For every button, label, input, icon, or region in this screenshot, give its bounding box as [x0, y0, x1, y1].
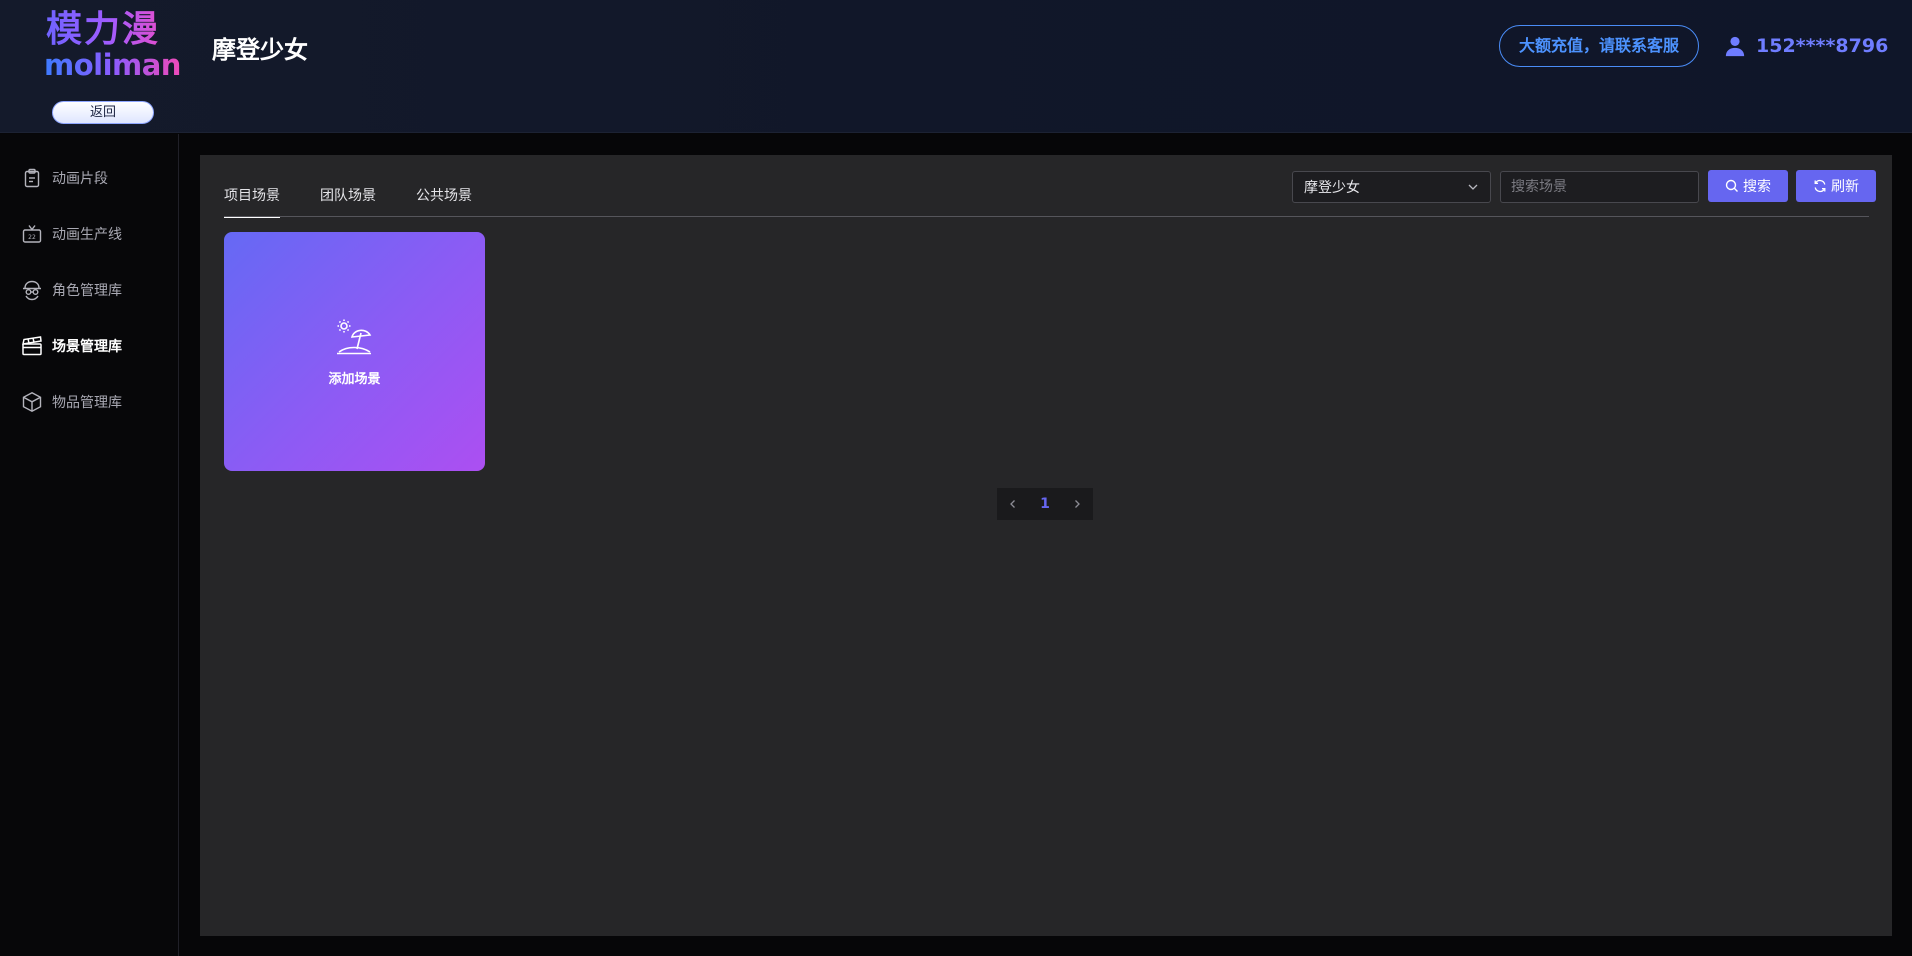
- character-icon: [21, 279, 43, 301]
- add-scene-card[interactable]: 添加场景: [224, 232, 485, 471]
- svg-text:22: 22: [28, 234, 36, 241]
- project-title: 摩登少女: [212, 36, 308, 64]
- tabs-divider: [224, 216, 1869, 217]
- refresh-icon: [1814, 179, 1826, 193]
- sidebar-item-label: 动画片段: [52, 171, 108, 187]
- sidebar-item-scene-library[interactable]: 场景管理库: [0, 326, 179, 366]
- clipboard-icon: [21, 167, 43, 189]
- sidebar-item-item-library[interactable]: 物品管理库: [0, 382, 179, 422]
- user-account[interactable]: 152****8796: [1724, 32, 1888, 60]
- project-select[interactable]: 摩登少女: [1292, 171, 1491, 203]
- scene-tabs: 项目场景 团队场景 公共场景: [224, 185, 512, 218]
- clapperboard-icon: [21, 335, 43, 357]
- top-header: 模力漫 moliman 返回 摩登少女 大额充值，请联系客服 152****87…: [0, 0, 1912, 133]
- chevron-down-icon: [1468, 184, 1478, 190]
- search-button-label: 搜索: [1743, 179, 1771, 195]
- refresh-button-label: 刷新: [1831, 179, 1859, 195]
- refresh-button[interactable]: 刷新: [1796, 170, 1876, 202]
- sidebar-item-animation-clips[interactable]: 动画片段: [0, 158, 179, 198]
- scene-search-input[interactable]: [1500, 171, 1699, 203]
- back-button[interactable]: 返回: [52, 101, 154, 124]
- logo-english-text: moliman: [44, 48, 181, 82]
- sidebar-item-label: 角色管理库: [52, 283, 122, 299]
- sidebar-item-character-library[interactable]: 角色管理库: [0, 270, 179, 310]
- tv-icon: 22: [21, 223, 43, 245]
- pagination: 1: [997, 488, 1093, 520]
- user-icon: [1725, 36, 1745, 57]
- search-icon: [1725, 179, 1738, 192]
- sidebar: 动画片段 22 动画生产线 角色管理库 场景管理库 物品管理库: [0, 134, 179, 956]
- next-page-button[interactable]: [1061, 488, 1093, 520]
- box-icon: [21, 391, 43, 413]
- sidebar-item-label: 物品管理库: [52, 395, 122, 411]
- user-phone: 152****8796: [1756, 35, 1889, 57]
- search-button[interactable]: 搜索: [1708, 170, 1788, 202]
- prev-page-button[interactable]: [997, 488, 1029, 520]
- tab-team-scenes[interactable]: 团队场景: [320, 185, 376, 218]
- logo-chinese-text: 模力漫: [46, 9, 161, 50]
- project-select-value: 摩登少女: [1304, 180, 1360, 196]
- app-logo: 模力漫 moliman: [44, 9, 181, 83]
- chevron-left-icon: [1010, 500, 1015, 508]
- sidebar-item-label: 动画生产线: [52, 227, 122, 243]
- recharge-contact-button[interactable]: 大额充值，请联系客服: [1499, 25, 1699, 67]
- chevron-right-icon: [1075, 500, 1080, 508]
- tab-public-scenes[interactable]: 公共场景: [416, 185, 472, 218]
- sidebar-item-production-line[interactable]: 22 动画生产线: [0, 214, 179, 254]
- page-number[interactable]: 1: [1029, 488, 1061, 520]
- beach-umbrella-icon: [337, 319, 372, 355]
- scene-library-panel: 项目场景 团队场景 公共场景 摩登少女 搜索 刷新: [200, 155, 1892, 936]
- tab-project-scenes[interactable]: 项目场景: [224, 185, 280, 218]
- add-scene-label: 添加场景: [328, 372, 381, 387]
- sidebar-item-label: 场景管理库: [52, 339, 122, 355]
